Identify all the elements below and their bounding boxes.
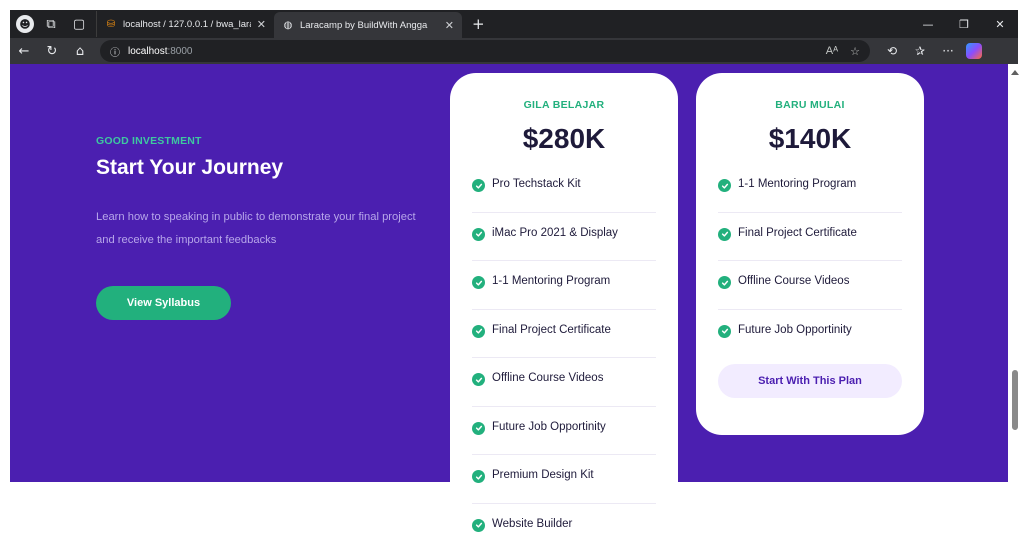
check-icon [472, 373, 485, 386]
window-controls: — ❐ ✕ [910, 10, 1018, 38]
feature-list: 1-1 Mentoring Program Final Project Cert… [718, 164, 902, 358]
feature-item: Offline Course Videos [472, 358, 656, 407]
feature-label: Website Builder [492, 517, 573, 530]
section-eyebrow: GOOD INVESTMENT [96, 135, 202, 147]
section-description: Learn how to speaking in public to demon… [96, 211, 416, 246]
feature-item: 1-1 Mentoring Program [472, 261, 656, 310]
plan-card-gila-belajar: GILA BELAJAR $280K Pro Techstack Kit iMa… [450, 73, 678, 536]
new-tab-icon[interactable]: + [472, 15, 485, 33]
feature-label: Future Job Opportinity [738, 323, 852, 336]
url-host: localhost [128, 45, 168, 57]
plan-price: $280K [522, 123, 606, 154]
feature-item: Website Builder [472, 504, 656, 536]
page-viewport: GOOD INVESTMENT Start Your Journey Learn… [10, 64, 1008, 536]
feature-label: 1-1 Mentoring Program [492, 275, 611, 287]
feature-item: iMac Pro 2021 & Display [472, 213, 656, 261]
feature-list: Pro Techstack Kit iMac Pro 2021 & Displa… [472, 164, 656, 536]
feature-label: 1-1 Mentoring Program [738, 178, 857, 190]
address-bar: ← ↻ ⌂ ⓘ localhost:8000 Aᴬ ☆ ⟲ ✰ ··· [10, 38, 1018, 64]
check-icon [718, 227, 731, 241]
refresh-icon[interactable]: ↻ [38, 38, 66, 64]
check-icon [718, 179, 731, 192]
page-scrollbar[interactable] [1008, 64, 1022, 536]
toolbar-icons: ⟲ ✰ ··· [878, 43, 982, 59]
check-icon [472, 276, 485, 289]
read-aloud-icon[interactable]: Aᴬ [826, 45, 838, 57]
section-heading: Start Your Journey [96, 156, 284, 179]
tab-title: localhost / 127.0.0.1 / bwa_laraca [123, 18, 251, 30]
view-syllabus-button[interactable]: View Syllabus [96, 286, 231, 320]
plan-price: $140K [768, 123, 852, 154]
check-icon [472, 324, 485, 338]
database-icon: ⛁ [106, 18, 116, 30]
plan-name: GILA BELAJAR [523, 99, 605, 111]
copilot-icon[interactable] [966, 43, 982, 59]
start-with-this-plan-button[interactable]: Start With This Plan [718, 364, 902, 398]
check-icon [718, 324, 731, 338]
site-info-icon[interactable]: ⓘ [110, 44, 120, 59]
profile-avatar-icon[interactable]: ☻ [16, 15, 34, 33]
feature-label: Premium Design Kit [492, 469, 594, 481]
more-menu-icon[interactable]: ··· [934, 44, 962, 58]
scrollbar-thumb[interactable] [1012, 370, 1018, 430]
tab-actions-icon[interactable]: ▢ [68, 13, 90, 35]
feature-label: Final Project Certificate [738, 226, 857, 239]
url-field[interactable]: ⓘ localhost:8000 Aᴬ ☆ [100, 40, 870, 62]
close-window-icon[interactable]: ✕ [982, 10, 1018, 38]
globe-icon: ◍ [283, 19, 293, 31]
scroll-up-arrow-icon[interactable] [1011, 70, 1019, 75]
feature-label: Pro Techstack Kit [492, 178, 581, 190]
feature-item: 1-1 Mentoring Program [718, 164, 902, 213]
feature-item: Final Project Certificate [718, 213, 902, 261]
feature-item: Final Project Certificate [472, 310, 656, 358]
check-icon [472, 470, 485, 483]
url-port: :8000 [167, 45, 193, 57]
favorite-star-icon[interactable]: ☆ [850, 45, 860, 58]
check-icon [472, 421, 485, 435]
feature-label: iMac Pro 2021 & Display [492, 226, 618, 239]
feature-item: Pro Techstack Kit [472, 164, 656, 213]
favorites-icon[interactable]: ✰ [906, 44, 934, 58]
restore-icon[interactable]: ❐ [946, 10, 982, 38]
feature-label: Offline Course Videos [738, 275, 850, 287]
tab-title: Laracamp by BuildWith Angga [300, 19, 428, 31]
browser-window: ☻ ⧉ ▢ ⛁ localhost / 127.0.0.1 / bwa_lara… [0, 0, 1022, 536]
check-icon [472, 518, 485, 532]
check-icon [718, 276, 731, 289]
back-icon[interactable]: ← [10, 38, 38, 64]
feature-label: Future Job Opportinity [492, 420, 606, 433]
check-icon [472, 179, 485, 192]
home-icon[interactable]: ⌂ [66, 38, 94, 64]
close-tab-icon[interactable]: ✕ [445, 19, 454, 32]
tab-phpmyadmin[interactable]: ⛁ localhost / 127.0.0.1 / bwa_laraca ✕ [96, 11, 274, 37]
plan-name: BARU MULAI [775, 99, 845, 111]
plan-card-baru-mulai: BARU MULAI $140K 1-1 Mentoring Program F… [696, 73, 924, 435]
feature-item: Future Job Opportinity [472, 407, 656, 455]
tab-laracamp[interactable]: ◍ Laracamp by BuildWith Angga ✕ [274, 12, 462, 38]
feature-item: Future Job Opportinity [718, 310, 902, 359]
workspaces-icon[interactable]: ⧉ [40, 13, 62, 35]
feature-label: Final Project Certificate [492, 323, 611, 336]
tab-bar: ☻ ⧉ ▢ ⛁ localhost / 127.0.0.1 / bwa_lara… [10, 10, 1018, 38]
check-icon [472, 227, 485, 241]
extensions-icon[interactable]: ⟲ [878, 44, 906, 58]
feature-item: Premium Design Kit [472, 455, 656, 504]
feature-label: Offline Course Videos [492, 372, 604, 384]
feature-item: Offline Course Videos [718, 261, 902, 310]
minimize-icon[interactable]: — [910, 10, 946, 38]
close-tab-icon[interactable]: ✕ [257, 18, 266, 31]
